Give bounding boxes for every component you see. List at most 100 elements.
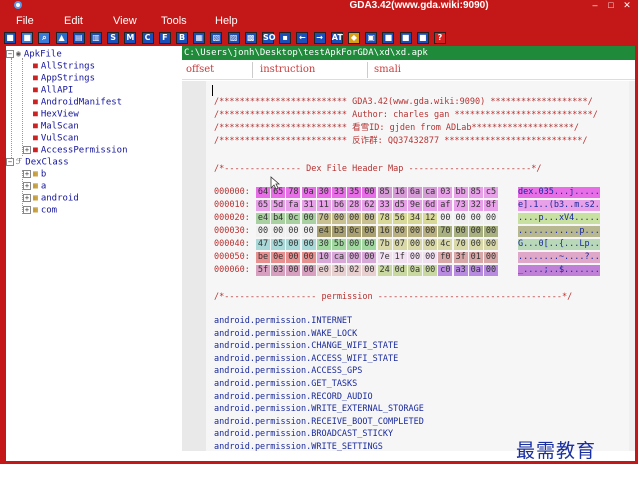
hex-byte[interactable]: fa: [286, 200, 301, 211]
hex-byte[interactable]: 00: [362, 226, 377, 237]
toolbar-button-20[interactable]: AT: [330, 32, 343, 44]
hex-byte[interactable]: 00: [423, 252, 438, 263]
hex-byte[interactable]: 4c: [438, 239, 453, 250]
menu-file[interactable]: File: [16, 14, 34, 28]
toolbar-button-9[interactable]: C: [141, 32, 154, 44]
tree-node-dexclass[interactable]: − ℱ DexClass: [6, 156, 69, 168]
hex-byte[interactable]: 47: [256, 239, 270, 250]
hex-byte[interactable]: 7e: [377, 252, 392, 263]
hex-byte[interactable]: 35: [347, 187, 362, 198]
hex-byte[interactable]: 6a: [408, 187, 422, 198]
toolbar-button-14[interactable]: ▨: [227, 32, 240, 44]
hex-byte[interactable]: 3b: [332, 265, 346, 276]
hex-byte[interactable]: 24: [377, 265, 392, 276]
hex-byte[interactable]: 00: [347, 213, 362, 224]
tree-node-accesspermission[interactable]: + ■ AccessPermission: [23, 144, 128, 156]
hex-byte[interactable]: 30: [316, 239, 331, 250]
toolbar-button-8[interactable]: M: [124, 32, 137, 44]
toolbar-button-12[interactable]: ▦: [193, 32, 206, 44]
hex-byte[interactable]: 00: [301, 239, 316, 250]
toolbar-button-16[interactable]: SO: [262, 32, 276, 44]
hex-byte[interactable]: 00: [286, 239, 301, 250]
hex-byte[interactable]: 56: [392, 213, 407, 224]
hex-byte[interactable]: 00: [271, 226, 286, 237]
maximize-button[interactable]: □: [604, 0, 618, 11]
hex-byte[interactable]: ca: [423, 187, 438, 198]
hex-byte[interactable]: bb: [453, 187, 468, 198]
hex-byte[interactable]: 00: [301, 213, 316, 224]
menu-tools[interactable]: Tools: [161, 14, 187, 28]
hex-byte[interactable]: 11: [316, 200, 331, 211]
hex-byte[interactable]: 00: [362, 252, 377, 263]
toolbar-button-25[interactable]: ■: [416, 32, 429, 44]
column-smali[interactable]: smali: [374, 64, 401, 75]
collapse-icon[interactable]: −: [6, 50, 14, 58]
toolbar-button-18[interactable]: ←: [296, 32, 309, 44]
hex-byte[interactable]: 00: [347, 252, 362, 263]
expand-icon[interactable]: +: [23, 194, 31, 202]
expand-icon[interactable]: +: [23, 182, 31, 190]
hex-byte[interactable]: 3f: [453, 252, 468, 263]
hex-byte[interactable]: 05: [271, 239, 286, 250]
toolbar-button-2[interactable]: ■: [21, 32, 34, 44]
hex-byte[interactable]: 78: [377, 213, 392, 224]
hex-byte[interactable]: 0a: [468, 265, 483, 276]
hex-byte[interactable]: 00: [468, 226, 483, 237]
tree-node-malscan[interactable]: ■ MalScan: [23, 120, 79, 132]
hex-byte[interactable]: be: [256, 252, 270, 263]
tree-node-pkg-a[interactable]: + ▦ a: [23, 180, 46, 192]
hex-byte[interactable]: 34: [408, 213, 422, 224]
menu-edit[interactable]: Edit: [64, 14, 83, 28]
hex-byte[interactable]: 00: [423, 265, 438, 276]
hex-byte[interactable]: b6: [332, 200, 346, 211]
hex-byte[interactable]: e4: [316, 226, 331, 237]
tree-node-pkg-android[interactable]: + ▦ android: [23, 192, 79, 204]
hex-byte[interactable]: 00: [362, 265, 377, 276]
column-instruction[interactable]: instruction: [260, 64, 315, 75]
tree-node-pkg-b[interactable]: + ▦ b: [23, 168, 46, 180]
hex-byte[interactable]: 00: [347, 239, 362, 250]
hex-byte[interactable]: f0: [438, 252, 453, 263]
hex-byte[interactable]: 33: [332, 187, 346, 198]
hex-byte[interactable]: e0: [316, 265, 331, 276]
hex-byte[interactable]: 12: [423, 213, 438, 224]
tree-node-androidmanifest[interactable]: ■ AndroidManifest: [23, 96, 122, 108]
hex-byte[interactable]: b3: [332, 226, 346, 237]
hex-byte[interactable]: 65: [256, 200, 270, 211]
hex-byte[interactable]: 62: [362, 200, 377, 211]
hex-byte[interactable]: 00: [423, 239, 438, 250]
close-button[interactable]: ✕: [620, 0, 634, 11]
hex-byte[interactable]: 00: [484, 265, 498, 276]
code-view[interactable]: /************************* GDA3.42(www.g…: [182, 81, 638, 451]
hex-byte[interactable]: 8f: [484, 200, 498, 211]
hex-byte[interactable]: 00: [423, 226, 438, 237]
hex-byte[interactable]: c5: [484, 187, 498, 198]
hex-byte[interactable]: 00: [301, 265, 316, 276]
toolbar-button-4[interactable]: ▲: [55, 32, 68, 44]
column-offset[interactable]: offset: [186, 64, 214, 75]
hex-byte[interactable]: 0c: [347, 226, 362, 237]
toolbar-button-24[interactable]: ■: [399, 32, 412, 44]
toolbar-button-19[interactable]: →: [313, 32, 326, 44]
hex-byte[interactable]: a3: [453, 265, 468, 276]
tree-node-appstrings[interactable]: ■ AppStrings: [23, 72, 95, 84]
toolbar-button-17[interactable]: ▪: [279, 32, 292, 44]
toolbar-button-23[interactable]: ■: [382, 32, 395, 44]
hex-byte[interactable]: 00: [362, 187, 377, 198]
hex-byte[interactable]: 00: [362, 239, 377, 250]
toolbar-button-11[interactable]: B: [176, 32, 188, 44]
hex-byte[interactable]: 00: [301, 252, 316, 263]
toolbar-button-3[interactable]: ⌕: [38, 32, 51, 44]
hex-byte[interactable]: 01: [468, 252, 483, 263]
hex-byte[interactable]: 00: [468, 213, 483, 224]
hex-byte[interactable]: 00: [286, 226, 301, 237]
toolbar-button-6[interactable]: ▥: [90, 32, 102, 44]
hex-byte[interactable]: 33: [377, 200, 392, 211]
toolbar-button-10[interactable]: F: [158, 32, 171, 44]
hex-byte[interactable]: 30: [316, 187, 331, 198]
hex-byte[interactable]: 0d: [392, 265, 407, 276]
hex-byte[interactable]: 70: [316, 213, 331, 224]
hex-byte[interactable]: 32: [468, 200, 483, 211]
hex-byte[interactable]: 00: [468, 239, 483, 250]
hex-byte[interactable]: 00: [408, 239, 422, 250]
